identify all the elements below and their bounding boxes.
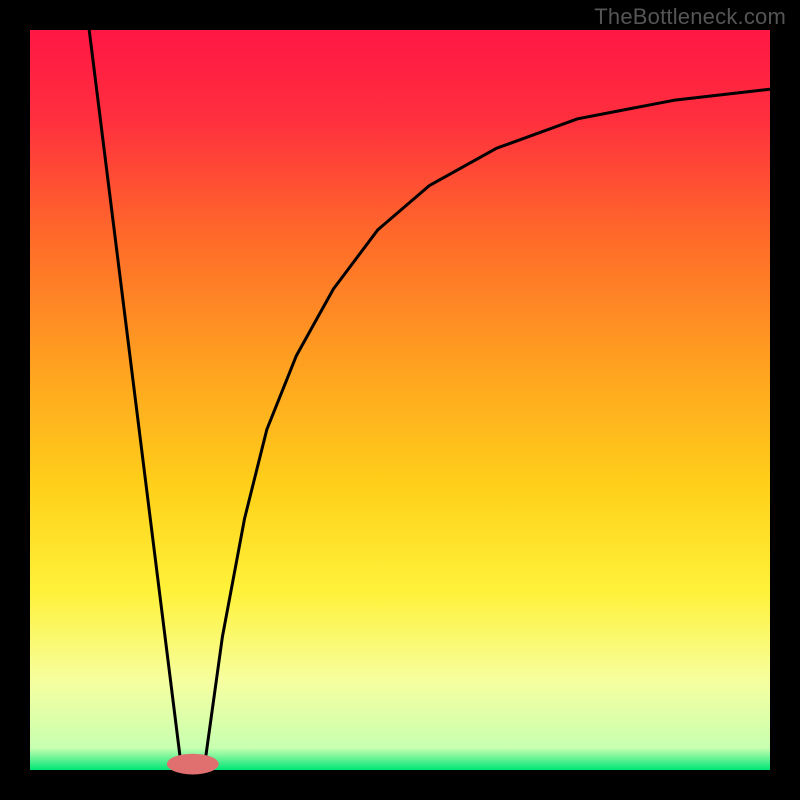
min-marker [167,754,219,775]
plot-area [30,30,770,770]
chart-canvas: TheBottleneck.com [0,0,800,800]
watermark-text: TheBottleneck.com [594,4,786,30]
chart-svg [0,0,800,800]
